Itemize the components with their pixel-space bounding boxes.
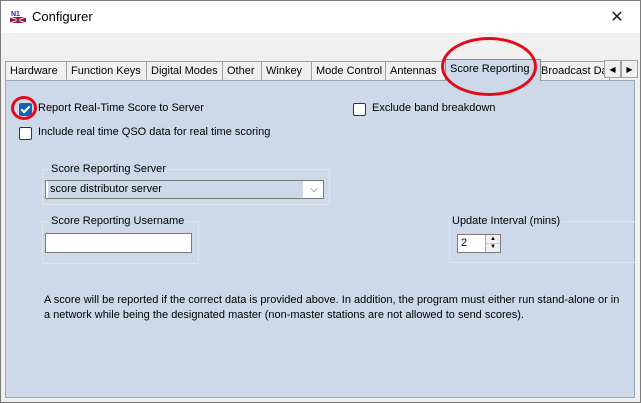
tab-digital-modes[interactable]: Digital Modes xyxy=(146,61,226,80)
username-group-title: Score Reporting Username xyxy=(49,215,187,227)
interval-group: Update Interval (mins) 2 ▲ ▼ xyxy=(449,215,636,263)
close-icon: ✕ xyxy=(610,8,624,26)
include-qso-label[interactable]: Include real time QSO data for real time… xyxy=(38,126,270,138)
n1mm-logo-icon: N1 xyxy=(10,9,26,23)
interval-stepper[interactable]: 2 ▲ ▼ xyxy=(457,234,501,253)
close-button[interactable]: ✕ xyxy=(594,1,640,32)
include-qso-checkbox[interactable] xyxy=(19,127,32,140)
username-group: Score Reporting Username xyxy=(42,215,199,264)
configurer-window: N1 Configurer ✕ Hardware Function Keys D… xyxy=(0,0,641,403)
interval-label: Update Interval (mins) xyxy=(450,215,563,227)
exclude-band-checkbox[interactable] xyxy=(353,103,366,116)
tab-mode-control[interactable]: Mode Control xyxy=(311,61,389,80)
username-input[interactable] xyxy=(45,233,192,253)
tab-broadcast-data[interactable]: Broadcast Data xyxy=(536,61,610,80)
interval-value: 2 xyxy=(461,237,468,249)
report-realtime-checkbox[interactable] xyxy=(19,103,32,116)
arrow-left-icon: ◀ xyxy=(609,64,616,74)
info-text: A score will be reported if the correct … xyxy=(44,294,620,321)
chevron-down-icon[interactable]: ⌵ xyxy=(305,181,323,198)
score-reporting-panel: Report Real-Time Score to Server Exclude… xyxy=(5,80,636,398)
tab-antennas[interactable]: Antennas xyxy=(385,61,447,80)
svg-text:N1: N1 xyxy=(11,11,20,18)
tab-other[interactable]: Other xyxy=(222,61,264,80)
report-realtime-label[interactable]: Report Real-Time Score to Server xyxy=(38,102,204,114)
arrow-right-icon: ▶ xyxy=(626,64,633,74)
tab-function-keys[interactable]: Function Keys xyxy=(66,61,152,80)
tab-score-reporting[interactable]: Score Reporting xyxy=(445,59,541,81)
tab-hardware[interactable]: Hardware xyxy=(5,61,68,80)
tab-winkey[interactable]: Winkey xyxy=(261,61,312,80)
window-title: Configurer xyxy=(32,9,93,24)
server-group-title: Score Reporting Server xyxy=(49,163,168,175)
tab-scroll-left-button[interactable]: ◀ xyxy=(604,60,621,78)
title-bar: N1 Configurer ✕ xyxy=(1,1,640,33)
interval-spin-buttons: ▲ ▼ xyxy=(485,235,500,252)
server-group: Score Reporting Server score distributor… xyxy=(42,163,330,205)
server-select[interactable]: score distributor server ⌵ xyxy=(45,180,324,199)
exclude-band-label[interactable]: Exclude band breakdown xyxy=(372,102,496,114)
tab-scroll-right-button[interactable]: ▶ xyxy=(621,60,638,78)
server-select-value: score distributor server xyxy=(48,181,303,198)
tab-strip: Hardware Function Keys Digital Modes Oth… xyxy=(5,59,638,81)
spin-down-icon[interactable]: ▼ xyxy=(486,243,500,251)
